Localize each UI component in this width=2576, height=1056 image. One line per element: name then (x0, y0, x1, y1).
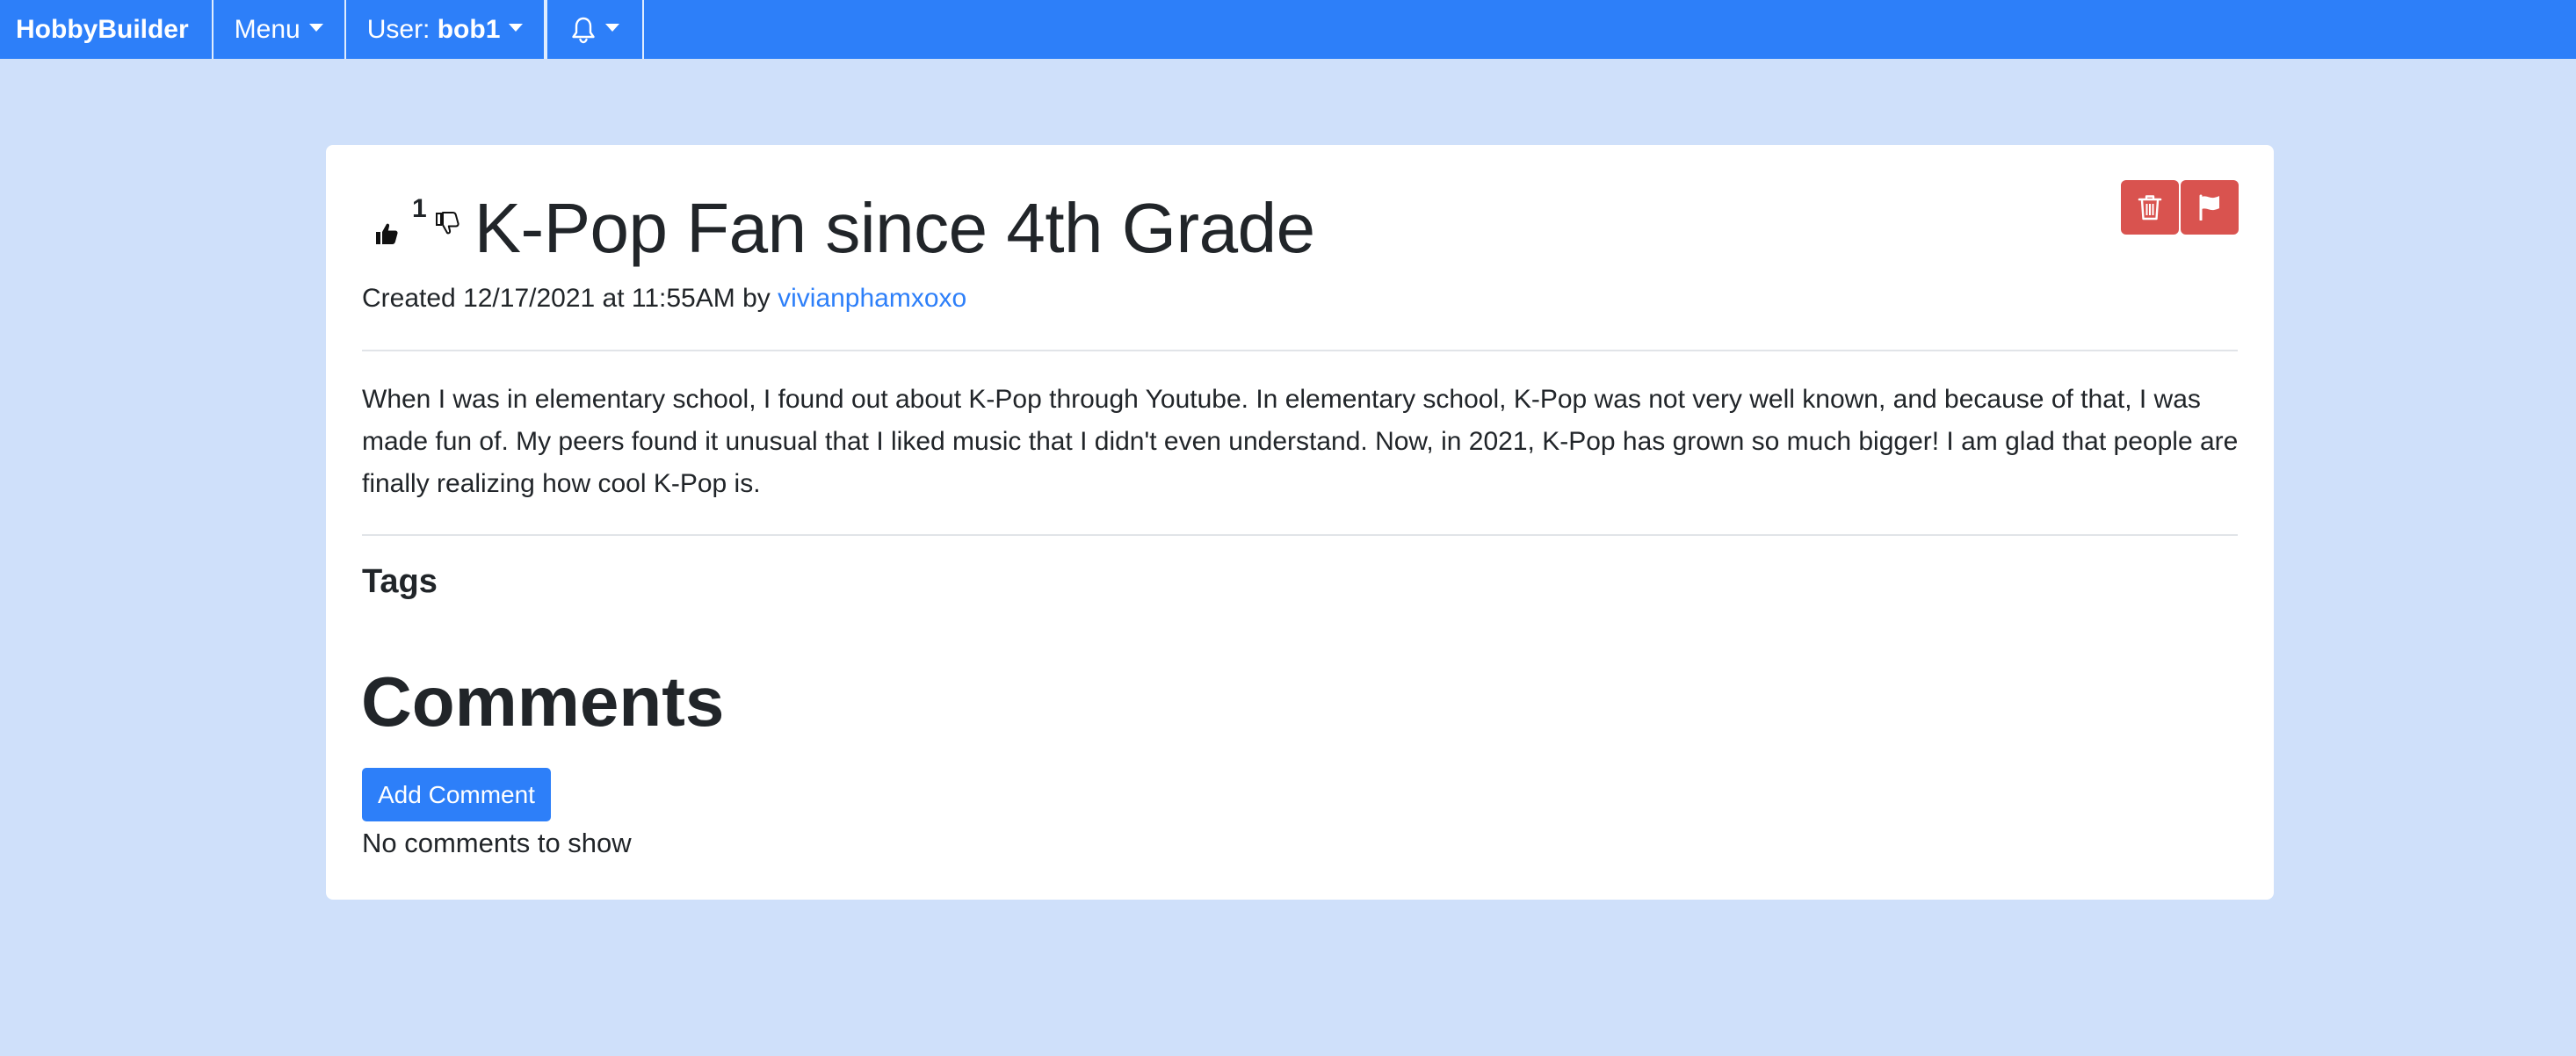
post-actions (2121, 180, 2239, 235)
post-title: K-Pop Fan since 4th Grade (474, 189, 1315, 267)
created-text: Created 12/17/2021 at 11:55AM by (362, 284, 778, 313)
username: bob1 (437, 14, 501, 44)
user-dropdown[interactable]: User: bob1 (346, 0, 546, 59)
caret-down-icon (308, 24, 323, 32)
post-body: When I was in elementary school, I found… (362, 385, 2239, 498)
brand-logo[interactable]: HobbyBuilder (0, 0, 213, 59)
thumbs-up-icon[interactable] (372, 216, 402, 251)
comments-heading: Comments (361, 662, 725, 741)
vote-count: 1 (412, 194, 427, 223)
report-post-button[interactable] (2181, 180, 2239, 235)
menu-dropdown[interactable]: Menu (213, 0, 346, 59)
top-navbar: HobbyBuilder Menu User: bob1 (0, 0, 2576, 59)
add-comment-button[interactable]: Add Comment (362, 768, 551, 821)
author-link[interactable]: vivianphamxoxo (778, 284, 966, 313)
user-prefix: User: (366, 14, 438, 44)
caret-down-icon (509, 24, 524, 32)
caret-down-icon (605, 24, 620, 32)
menu-label: Menu (234, 14, 300, 44)
trash-icon (2138, 193, 2162, 221)
notifications-dropdown[interactable] (546, 0, 645, 59)
divider (362, 534, 2238, 536)
tags-heading: Tags (362, 563, 438, 600)
post-title-row: 1 K-Pop Fan since 4th Grade (361, 180, 1315, 277)
flag-icon (2197, 194, 2222, 221)
no-comments-text: No comments to show (362, 828, 632, 858)
post-meta: Created 12/17/2021 at 11:55AM by vivianp… (362, 284, 966, 314)
post-card: 1 K-Pop Fan since 4th Grade Created 12/1… (326, 145, 2274, 900)
thumbs-down-icon[interactable] (432, 206, 462, 241)
bell-icon (570, 16, 597, 44)
delete-post-button[interactable] (2121, 180, 2179, 235)
divider (362, 350, 2238, 351)
